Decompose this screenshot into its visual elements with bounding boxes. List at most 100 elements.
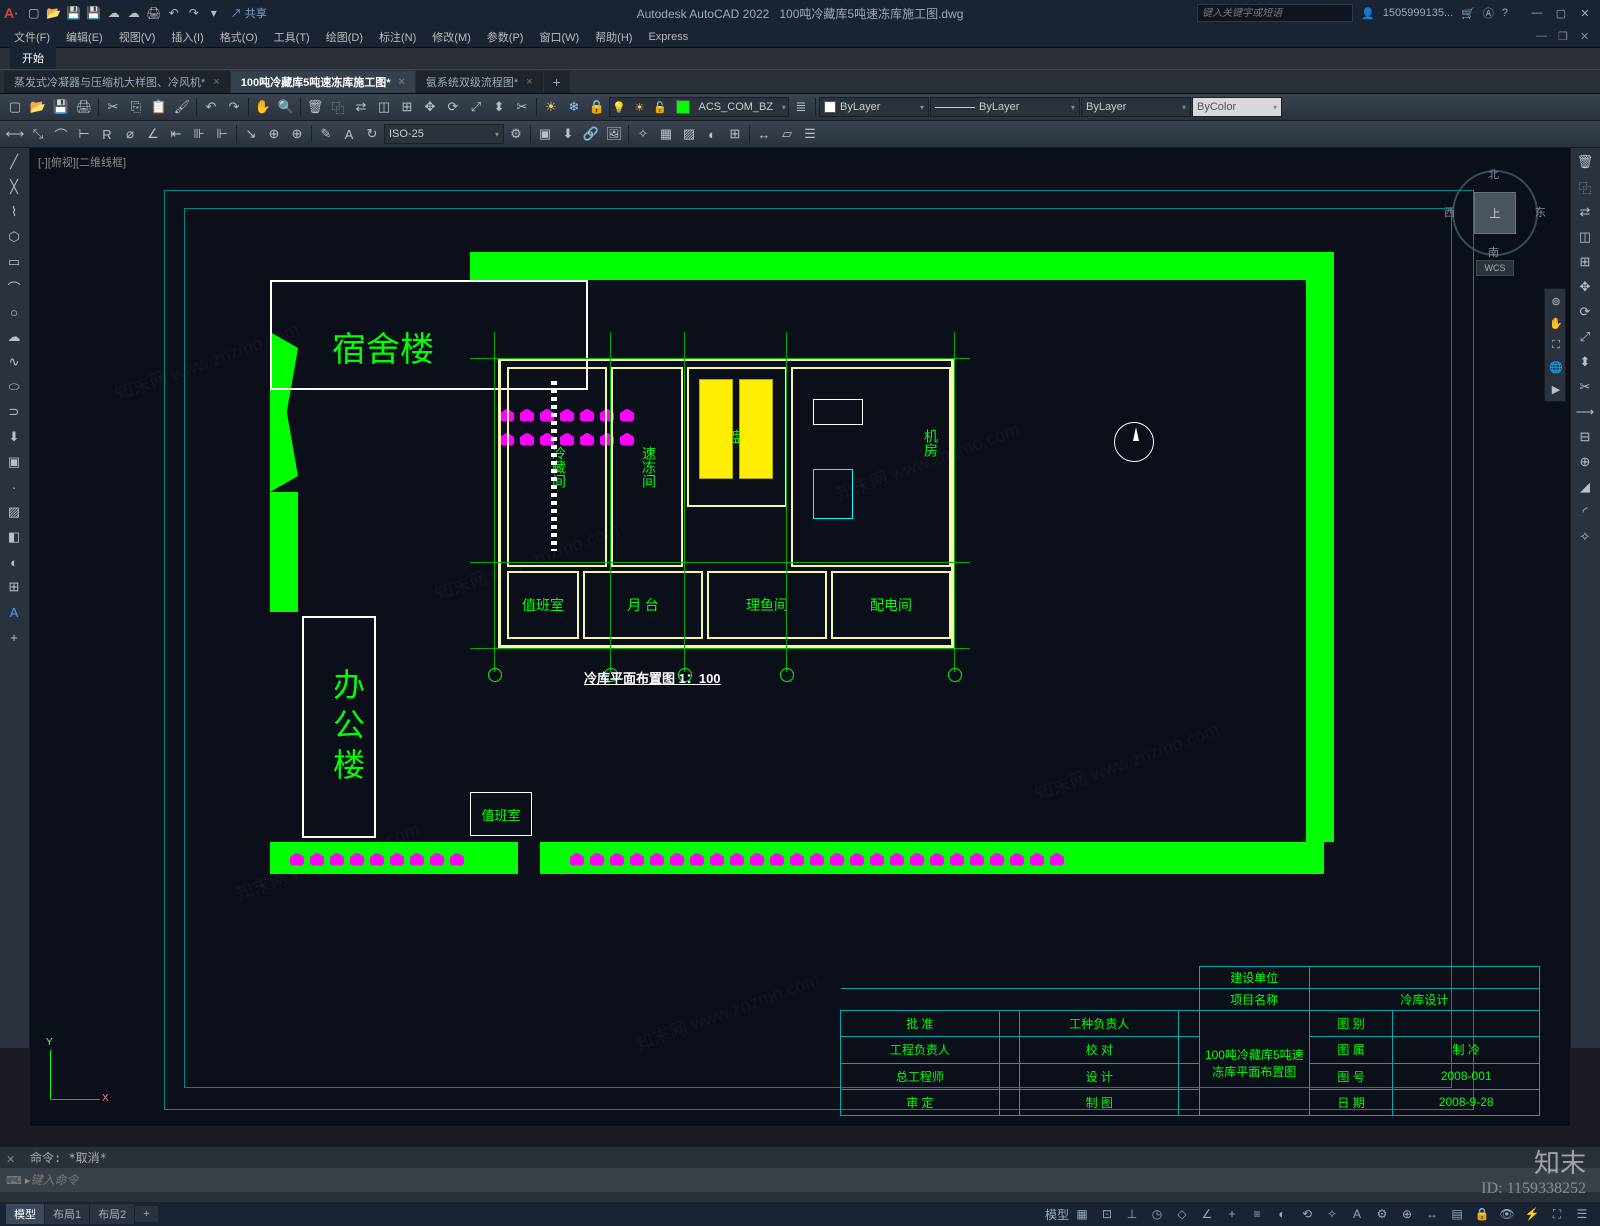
explode-icon[interactable]: ✧ (632, 123, 654, 145)
point-icon[interactable]: · (2, 475, 26, 499)
xref-icon[interactable]: 🔗 (580, 123, 602, 145)
doc-restore-button[interactable]: ❐ (1558, 30, 1578, 43)
menu-draw[interactable]: 绘图(D) (318, 29, 371, 45)
tolerance-icon[interactable]: ⊕ (263, 123, 285, 145)
lock-ui-icon[interactable]: 🔒 (1470, 1204, 1494, 1224)
otrack-toggle-icon[interactable]: ∠ (1195, 1204, 1219, 1224)
dim-arc-icon[interactable]: ⌒ (50, 123, 72, 145)
open-icon[interactable]: 📂 (45, 4, 63, 22)
units-icon[interactable]: ↔ (1420, 1204, 1444, 1224)
xline-icon[interactable]: ╳ (2, 175, 26, 199)
array-icon[interactable]: ⊞ (396, 96, 418, 118)
dim-diameter-icon[interactable]: ⌀ (119, 123, 141, 145)
fillet-icon[interactable]: ◜ (1573, 500, 1597, 524)
revcloud-icon[interactable]: ☁ (2, 325, 26, 349)
explode-icon[interactable]: ✧ (1573, 525, 1597, 549)
menu-dim[interactable]: 标注(N) (371, 29, 424, 45)
dim-angular-icon[interactable]: ∠ (142, 123, 164, 145)
line-icon[interactable]: ╱ (2, 150, 26, 174)
erase-icon[interactable]: 🗑 (304, 96, 326, 118)
matchprop-icon[interactable]: 🖌 (171, 96, 193, 118)
new-icon[interactable]: ▢ (4, 96, 26, 118)
model-paper-toggle[interactable]: 模型 (1045, 1204, 1069, 1224)
color-dropdown[interactable]: ByLayer▾ (819, 97, 929, 117)
dim-update-icon[interactable]: ↻ (361, 123, 383, 145)
menu-view[interactable]: 视图(V) (111, 29, 164, 45)
3dosnap-icon[interactable]: ✧ (1320, 1204, 1344, 1224)
redo-icon[interactable]: ↷ (223, 96, 245, 118)
make-block-icon[interactable]: ▣ (2, 450, 26, 474)
leader-icon[interactable]: ↘ (240, 123, 262, 145)
customize-icon[interactable]: ☰ (1570, 1204, 1594, 1224)
break-icon[interactable]: ⊟ (1573, 425, 1597, 449)
redo-icon[interactable]: ↷ (185, 4, 203, 22)
menu-tools[interactable]: 工具(T) (266, 29, 318, 45)
dim-aligned-icon[interactable]: ⤡ (27, 123, 49, 145)
new-icon[interactable]: ▢ (25, 4, 43, 22)
close-icon[interactable]: × (526, 76, 532, 88)
dim-baseline-icon[interactable]: ⊪ (188, 123, 210, 145)
dim-radius-icon[interactable]: R (96, 123, 118, 145)
offset-icon[interactable]: ◫ (373, 96, 395, 118)
arc-icon[interactable]: ⌒ (2, 275, 26, 299)
zoom-icon[interactable]: 🔍 (275, 96, 297, 118)
mirror-icon[interactable]: ⇄ (1573, 200, 1597, 224)
app-icon[interactable]: Ⓐ (1483, 5, 1494, 21)
linetype-dropdown[interactable]: ByLayer▾ (930, 97, 1080, 117)
scale-icon[interactable]: ⤢ (1573, 325, 1597, 349)
tab-add[interactable]: + (135, 1206, 157, 1222)
dimstyle-dropdown[interactable]: ISO-25▾ (384, 124, 504, 144)
dim-ordinate-icon[interactable]: ⊢ (73, 123, 95, 145)
user-name[interactable]: 1505999135... (1383, 7, 1453, 19)
area-icon[interactable]: ▱ (776, 123, 798, 145)
close-icon[interactable]: × (398, 76, 404, 88)
menu-express[interactable]: Express (640, 31, 696, 43)
insert-icon[interactable]: ⬇ (557, 123, 579, 145)
mirror-icon[interactable]: ⇄ (350, 96, 372, 118)
plot-icon[interactable]: 🖨 (73, 96, 95, 118)
quickprops-icon[interactable]: ▤ (1445, 1204, 1469, 1224)
cycling-icon[interactable]: ⟲ (1295, 1204, 1319, 1224)
web-open-icon[interactable]: ☁ (105, 4, 123, 22)
ortho-toggle-icon[interactable]: ⊥ (1120, 1204, 1144, 1224)
stretch-icon[interactable]: ⬍ (488, 96, 510, 118)
qat-dropdown-icon[interactable]: ▾ (205, 4, 223, 22)
hatch-icon[interactable]: ▨ (678, 123, 700, 145)
save-icon[interactable]: 💾 (65, 4, 83, 22)
menu-format[interactable]: 格式(O) (212, 29, 266, 45)
group-icon[interactable]: ▦ (655, 123, 677, 145)
grid-toggle-icon[interactable]: ▦ (1070, 1204, 1094, 1224)
table-icon[interactable]: ⊞ (2, 575, 26, 599)
help-icon[interactable]: ? (1502, 7, 1508, 19)
hatch-icon[interactable]: ▨ (2, 500, 26, 524)
doc-close-button[interactable]: ✕ (1580, 30, 1600, 43)
table-icon[interactable]: ⊞ (724, 123, 746, 145)
doc-minimize-button[interactable]: — (1536, 30, 1556, 43)
copy-icon[interactable]: ⎘ (125, 96, 147, 118)
hardware-accel-icon[interactable]: ⚡ (1520, 1204, 1544, 1224)
copy-obj-icon[interactable]: ⿻ (327, 96, 349, 118)
file-tab-2[interactable]: 氨系统双级流程图*× (416, 71, 543, 93)
tab-model[interactable]: 模型 (6, 1204, 44, 1224)
menu-modify[interactable]: 修改(M) (424, 29, 479, 45)
cart-icon[interactable]: 🛒 (1461, 7, 1475, 20)
lineweight-dropdown[interactable]: ByLayer▾ (1081, 97, 1191, 117)
menu-file[interactable]: 文件(F) (6, 29, 58, 45)
osnap-toggle-icon[interactable]: ◇ (1170, 1204, 1194, 1224)
dim-quick-icon[interactable]: ⇤ (165, 123, 187, 145)
copy-icon[interactable]: ⿻ (1573, 175, 1597, 199)
dim-continue-icon[interactable]: ⊩ (211, 123, 233, 145)
extend-icon[interactable]: ⟶ (1573, 400, 1597, 424)
region-icon[interactable]: ◐ (2, 550, 26, 574)
dim-tedit-icon[interactable]: A (338, 123, 360, 145)
dimstyle-icon[interactable]: ⚙ (505, 123, 527, 145)
layer-icon[interactable]: ☀ (540, 96, 562, 118)
trim-icon[interactable]: ✂ (1573, 375, 1597, 399)
mtext-icon[interactable]: A (2, 600, 26, 624)
file-tab-1[interactable]: 100吨冷藏库5吨速冻库施工图*× (231, 71, 415, 93)
erase-icon[interactable]: 🗑 (1573, 150, 1597, 174)
dist-icon[interactable]: ↔ (753, 123, 775, 145)
move-icon[interactable]: ✥ (419, 96, 441, 118)
layer-dropdown[interactable]: 💡☀🔓 ACS_COM_BZ ▾ (609, 97, 789, 117)
maximize-button[interactable]: ▢ (1550, 4, 1572, 22)
